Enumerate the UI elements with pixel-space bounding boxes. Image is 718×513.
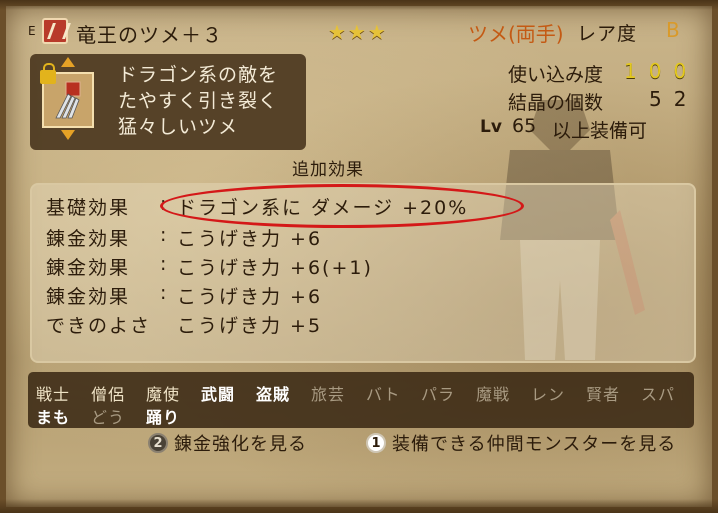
item-description: ドラゴン系の敵を たやすく引き裂く 猛々しいツメ xyxy=(118,62,278,140)
effects-title: 追加効果 xyxy=(292,160,364,180)
monsters-button[interactable]: 1 装備できる仲間モンスターを見る xyxy=(366,430,676,456)
rarity-value: B xyxy=(666,18,680,42)
effect-value: こうげき力 +6(+1) xyxy=(177,257,373,279)
effect-label: できのよさ xyxy=(46,315,152,337)
button-1-icon: 1 xyxy=(366,433,386,453)
alchemy-button[interactable]: 2 錬金強化を見る xyxy=(148,430,307,456)
monsters-button-label: 装備できる仲間モンスターを見る xyxy=(392,434,677,455)
effect-colon: : xyxy=(160,253,167,275)
level-suffix: 以上装備可 xyxy=(552,120,648,142)
effect-label: 錬金効果 xyxy=(46,286,131,308)
durability-label: 使い込み度 xyxy=(508,64,604,86)
job-battle-master: バト xyxy=(366,385,401,404)
job-armamentalist: 魔戦 xyxy=(476,385,511,404)
level-prefix: Lv xyxy=(480,117,502,137)
lock-icon xyxy=(40,63,56,84)
crystal-value: 52 xyxy=(649,87,699,111)
job-dancer: 踊り xyxy=(146,408,181,427)
scroll-edge-top xyxy=(0,0,718,10)
crystal-label: 結晶の個数 xyxy=(508,92,604,114)
description-line: 猛々しいツメ xyxy=(118,116,239,138)
claw-icon xyxy=(42,18,68,44)
dragon-claw-icon xyxy=(55,81,81,119)
item-name: 竜王のツメ＋３ xyxy=(76,23,223,47)
job-ranger: レン xyxy=(531,385,566,404)
description-line: ドラゴン系の敵を xyxy=(118,64,279,86)
effect-value: こうげき力 +5 xyxy=(177,315,323,337)
button-2-icon: 2 xyxy=(148,433,168,453)
rarity-label: レア度 xyxy=(577,23,638,45)
job-sage: 賢者 xyxy=(586,385,621,404)
job-minstrel: 旅芸 xyxy=(311,385,346,404)
job-monster-master: まも xyxy=(36,408,71,427)
job-superstar: スパ xyxy=(641,385,676,404)
star-rating: ★★★ xyxy=(328,20,388,44)
durability-value: 100 xyxy=(624,59,699,83)
job-martial-artist: 武闘 xyxy=(201,385,236,404)
arrow-up-icon[interactable] xyxy=(61,57,75,67)
effect-value: こうげき力 +6 xyxy=(177,286,323,308)
effect-colon: : xyxy=(160,224,167,246)
equipped-badge: E xyxy=(28,24,36,38)
scroll-edge-bottom xyxy=(0,499,718,513)
alchemy-button-label: 錬金強化を見る xyxy=(174,434,307,455)
arrow-down-icon[interactable] xyxy=(61,130,75,140)
job-thief: 盗賊 xyxy=(256,385,291,404)
weapon-type: ツメ(両手) xyxy=(468,22,564,46)
job-paladin: パラ xyxy=(421,385,456,404)
job-warrior: 戦士 xyxy=(36,385,71,404)
job-priest: 僧侶 xyxy=(91,385,126,404)
effect-label: 錬金効果 xyxy=(46,257,131,279)
effect-label: 基礎効果 xyxy=(46,197,131,219)
effect-value: こうげき力 +6 xyxy=(177,228,323,250)
job-mage: 魔使 xyxy=(146,385,181,404)
description-line: たやすく引き裂く xyxy=(118,90,279,112)
job-item-master: どう xyxy=(91,408,126,427)
effect-colon: : xyxy=(160,282,167,304)
level-value: 65 xyxy=(512,115,537,137)
effect-label: 錬金効果 xyxy=(46,228,131,250)
highlight-oval xyxy=(160,184,524,228)
